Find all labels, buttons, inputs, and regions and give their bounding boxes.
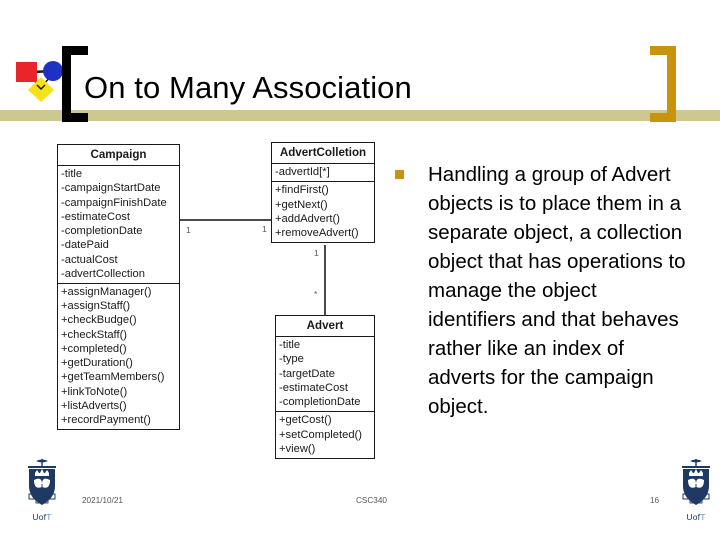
uoft-wordmark-left: UofT [32, 512, 52, 522]
slide-title-bar: On to Many Association [0, 0, 720, 132]
uml-class-advert: Advert -title -type -targetDate -estimateCo… [275, 315, 375, 459]
uml-member: -datePaid [61, 239, 109, 252]
uml-member: -campaignStartDate [61, 182, 161, 195]
uml-operations-advertcolletion: +findFirst() +getNext() +addAdvert() +remov… [272, 181, 374, 242]
uml-member: +checkStaff() [61, 328, 128, 341]
multiplicity-advert-up: * [314, 289, 318, 299]
uml-member: +getNext() [275, 198, 328, 211]
uml-member: +assignManager() [61, 285, 152, 298]
page-title: On to Many Association [84, 70, 412, 105]
uml-member: -completionDate [61, 225, 143, 238]
uml-attributes-campaign: -title -campaignStartDate -campaignFinishD… [58, 166, 179, 283]
bracket-right-decoration [650, 46, 676, 122]
uml-member: -estimateCost [61, 210, 131, 223]
uml-class-name-advert: Advert [276, 316, 374, 338]
multiplicity-collection-down: 1 [314, 248, 319, 258]
uml-member: +checkBudge() [61, 314, 137, 327]
uml-member: +addAdvert() [275, 212, 340, 225]
uoft-crest-logo-right: UofT [672, 458, 720, 522]
content-bullet-block: Handling a group of Advert objects is to… [392, 160, 688, 421]
uml-operations-advert: +getCost() +setCompleted() +view() [276, 411, 374, 458]
uml-member: -estimateCost [279, 381, 349, 394]
uml-member: +recordPayment() [61, 413, 151, 426]
uml-member: -title [61, 168, 83, 181]
uml-class-name-campaign: Campaign [58, 145, 179, 167]
uml-member: +linkToNote() [61, 385, 128, 398]
uml-member: +completed() [61, 342, 127, 355]
association-line-vertical [324, 245, 327, 316]
uml-member: -advertId[*] [275, 166, 330, 179]
uml-operations-campaign: +assignManager() +assignStaff() +checkBudg… [58, 282, 179, 429]
uoft-wordmark-right: UofT [686, 512, 706, 522]
uml-member: -title [279, 339, 301, 352]
uml-member: +setCompleted() [279, 428, 363, 441]
multiplicity-collection-end: 1 [262, 224, 267, 234]
uml-class-diagram: 1 1 1 * Campaign -title -campaignStartDat… [0, 132, 392, 472]
uml-member: +findFirst() [275, 184, 329, 197]
footer-page-number: 16 [650, 496, 660, 505]
uml-member: -targetDate [279, 367, 335, 380]
uml-attributes-advert: -title -type -targetDate -estimateCost -comp… [276, 337, 374, 411]
uml-member: +listAdverts() [61, 399, 127, 412]
uml-member: -type [279, 353, 304, 366]
uml-member: +removeAdvert() [275, 227, 359, 240]
slide-footer: UofT 2021/10/21 CSC340 16 UofT [0, 459, 720, 540]
uml-member: -actualCost [61, 253, 118, 266]
uml-member: -campaignFinishDate [61, 196, 167, 209]
uml-class-advertcolletion: AdvertColletion -advertId[*] +findFirst(… [271, 142, 375, 244]
uml-member: +getTeamMembers() [61, 371, 165, 384]
uml-member: +view() [279, 442, 316, 455]
footer-date: 2021/10/21 [82, 496, 123, 505]
uml-class-name-advertcolletion: AdvertColletion [272, 143, 374, 165]
uml-member: -advertCollection [61, 267, 145, 280]
title-divider-rule [0, 110, 720, 121]
uml-member: +getCost() [279, 414, 332, 427]
bullet-text: Handling a group of Advert objects is to… [428, 163, 686, 418]
uml-member: +assignStaff() [61, 300, 131, 313]
footer-course-code: CSC340 [356, 496, 387, 505]
multiplicity-campaign-end: 1 [186, 225, 191, 235]
powerpoint-design-logo [11, 55, 67, 105]
uml-member: -completionDate [279, 396, 361, 409]
uml-attributes-advertcolletion: -advertId[*] [272, 164, 374, 181]
uml-member: +getDuration() [61, 357, 133, 370]
association-line-horizontal [180, 219, 273, 222]
bullet-square-icon [395, 170, 404, 179]
uoft-crest-logo-left: UofT [18, 458, 66, 522]
uml-class-campaign: Campaign -title -campaignStartDate -campai… [57, 144, 180, 431]
